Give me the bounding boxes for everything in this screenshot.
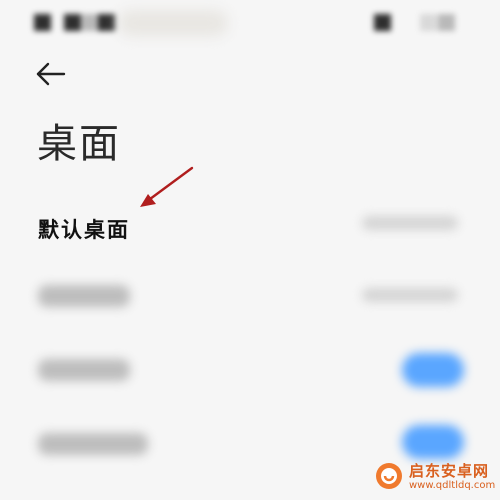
toggle-switch[interactable] <box>402 353 464 387</box>
setting-row-default-launcher[interactable]: 默认桌面 <box>0 196 500 256</box>
signal-icon <box>374 14 391 31</box>
watermark-name: 启东安卓网 <box>409 462 490 480</box>
status-icon <box>64 14 81 31</box>
status-icon <box>98 14 115 31</box>
battery-icon <box>438 14 455 31</box>
back-button[interactable] <box>30 58 70 92</box>
status-icon <box>34 14 51 31</box>
setting-row-blurred[interactable] <box>0 340 500 400</box>
wifi-icon <box>420 14 437 31</box>
setting-value-blurred <box>362 288 458 302</box>
setting-label-blurred <box>38 359 130 381</box>
setting-label-default-launcher: 默认桌面 <box>38 218 130 242</box>
setting-label-blurred <box>38 433 148 455</box>
setting-value-blurred <box>362 216 458 230</box>
watermark-logo-icon <box>376 463 402 489</box>
watermark: 启东安卓网 www.qdltldq.com <box>375 458 497 498</box>
arrow-left-icon <box>36 62 66 86</box>
watermark-url: www.qdltldq.com <box>409 480 496 491</box>
toggle-switch[interactable] <box>402 425 464 459</box>
status-bar <box>0 0 500 46</box>
status-notification-blur <box>118 10 228 36</box>
page-title: 桌面 <box>37 121 121 167</box>
setting-row-blurred[interactable] <box>0 266 500 326</box>
status-icon <box>82 14 99 31</box>
setting-label-blurred <box>38 285 130 307</box>
